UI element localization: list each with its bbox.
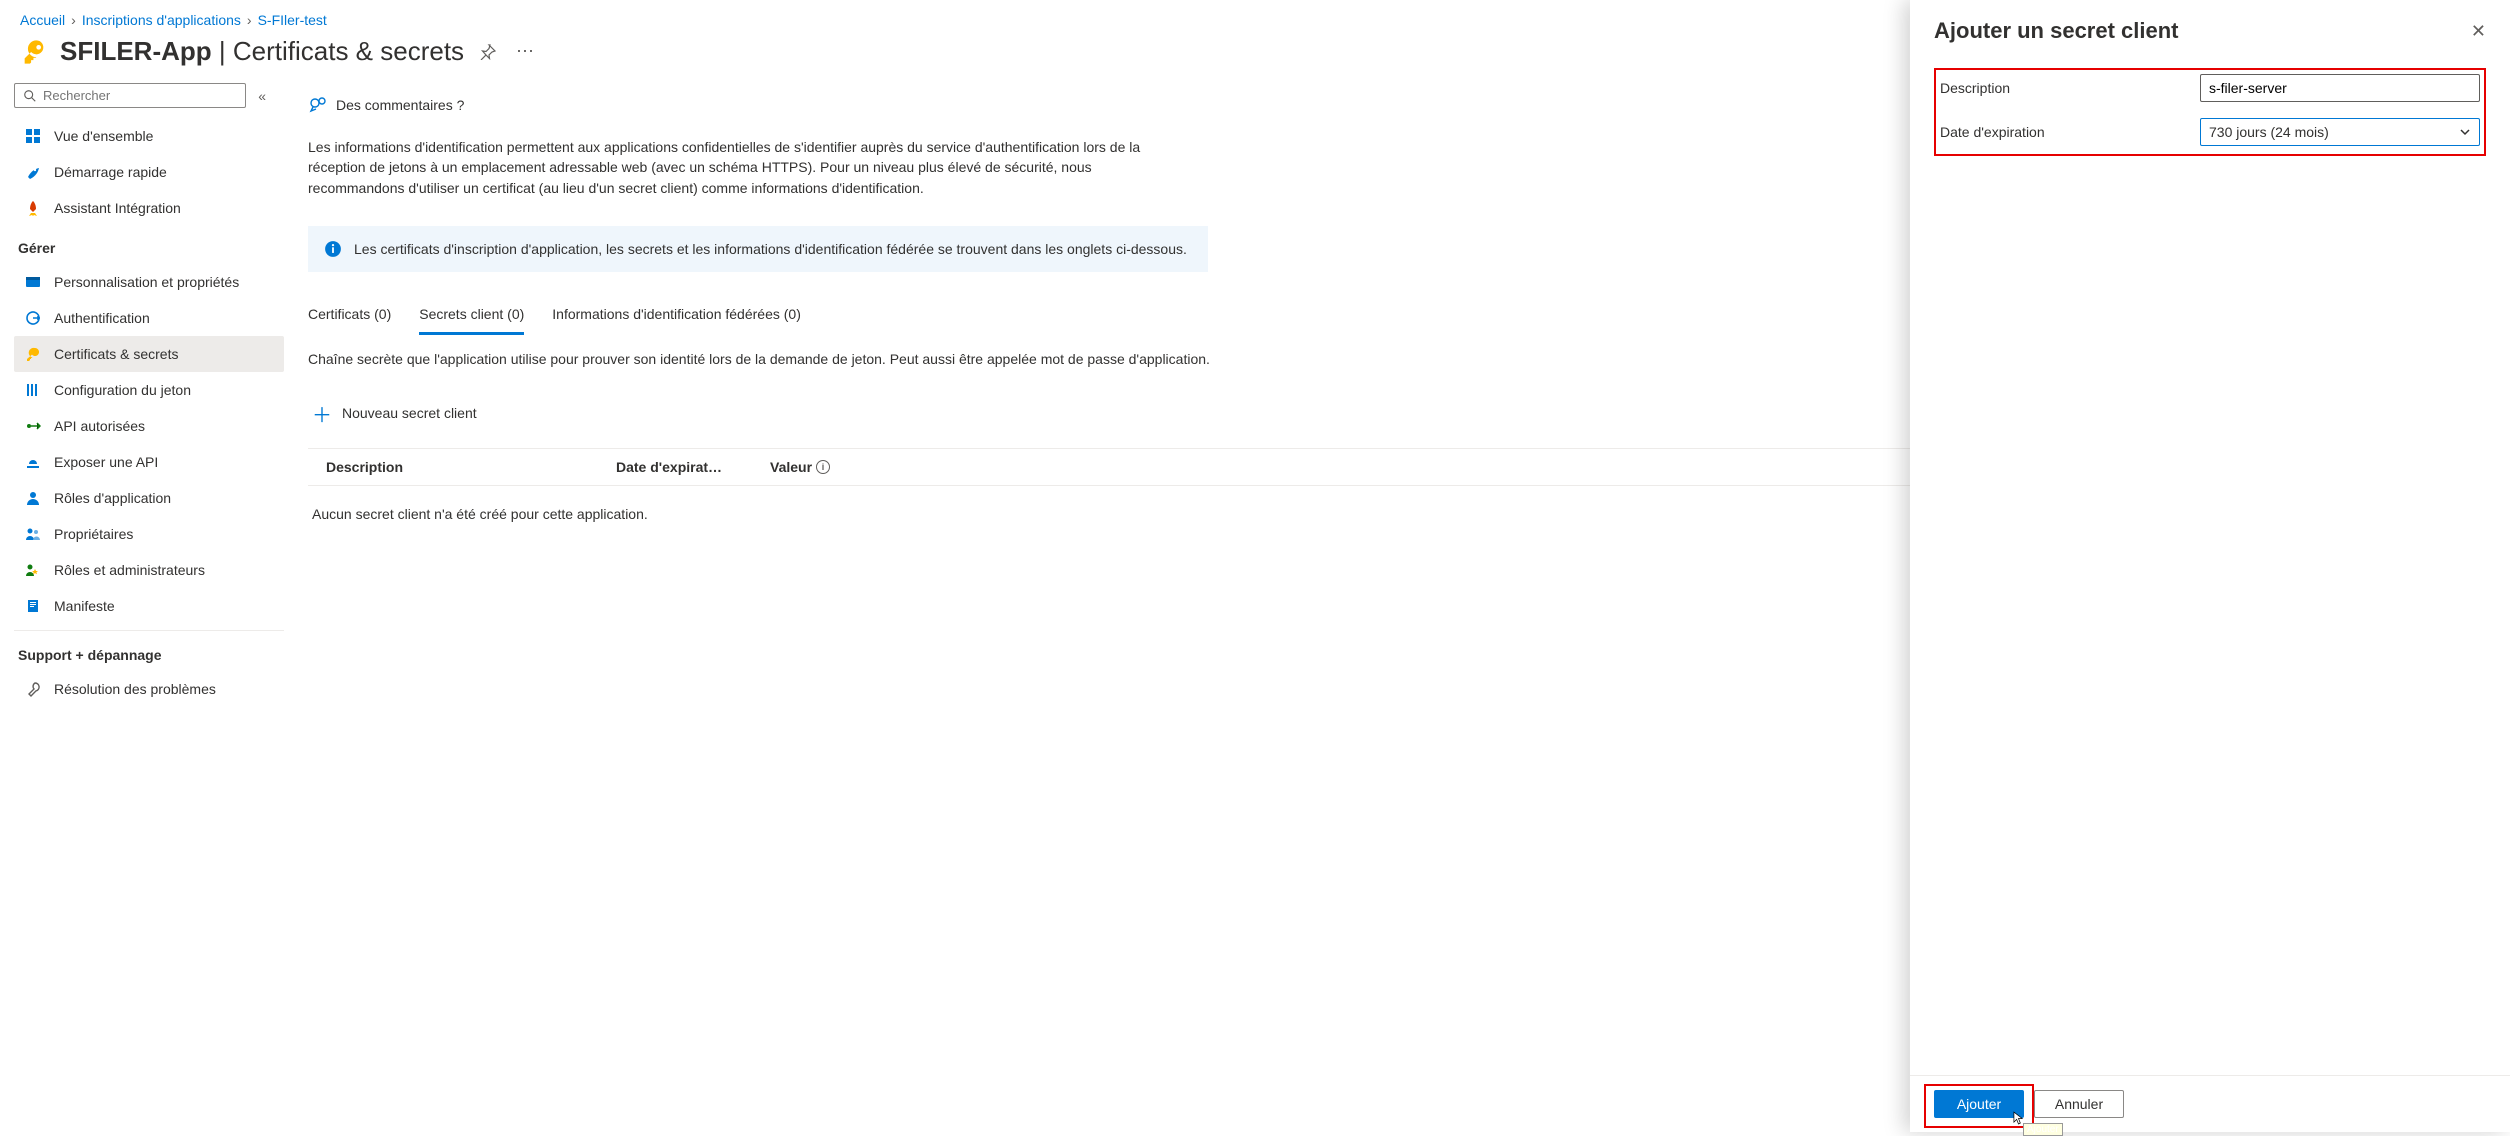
sidebar-item-authentication[interactable]: Authentification bbox=[14, 300, 284, 336]
expose-api-icon bbox=[24, 453, 42, 471]
sidebar-item-label: Authentification bbox=[54, 310, 150, 326]
info-banner: Les certificats d'inscription d'applicat… bbox=[308, 226, 1208, 272]
api-perm-icon bbox=[24, 417, 42, 435]
expiration-label: Date d'expiration bbox=[1940, 124, 2200, 140]
add-button[interactable]: Ajouter Ajouter bbox=[1934, 1090, 2024, 1118]
sidebar-item-label: Certificats & secrets bbox=[54, 346, 178, 362]
overview-icon bbox=[24, 127, 42, 145]
add-client-secret-panel: Ajouter un secret client ✕ Description D… bbox=[1910, 0, 2510, 1132]
collapse-sidebar-icon[interactable]: « bbox=[254, 84, 270, 108]
token-icon bbox=[24, 381, 42, 399]
breadcrumb-home[interactable]: Accueil bbox=[20, 12, 65, 28]
sidebar-item-certificates-secrets[interactable]: Certificats & secrets bbox=[14, 336, 284, 372]
sidebar-item-label: Assistant Intégration bbox=[54, 200, 181, 216]
breadcrumb-sep-icon: › bbox=[71, 12, 76, 28]
sidebar-item-label: Manifeste bbox=[54, 598, 115, 614]
cancel-button[interactable]: Annuler bbox=[2034, 1090, 2124, 1118]
panel-title: Ajouter un secret client bbox=[1934, 18, 2179, 44]
owners-icon bbox=[24, 525, 42, 543]
feedback-icon bbox=[308, 95, 328, 115]
info-icon bbox=[324, 240, 342, 258]
sidebar-item-token-config[interactable]: Configuration du jeton bbox=[14, 372, 284, 408]
new-client-secret-label: Nouveau secret client bbox=[342, 405, 477, 421]
cursor-icon bbox=[2013, 1111, 2024, 1126]
col-header-description: Description bbox=[312, 459, 592, 475]
sidebar-item-label: Configuration du jeton bbox=[54, 382, 191, 398]
feedback-button[interactable]: Des commentaires ? bbox=[308, 95, 464, 115]
sidebar-item-manifest[interactable]: Manifeste bbox=[14, 588, 284, 624]
sidebar-item-api-permissions[interactable]: API autorisées bbox=[14, 408, 284, 444]
breadcrumb-sep-icon: › bbox=[247, 12, 252, 28]
sidebar-item-label: Rôles et administrateurs bbox=[54, 562, 205, 578]
key-icon bbox=[20, 38, 48, 66]
close-panel-button[interactable]: ✕ bbox=[2471, 21, 2486, 42]
app-name: SFILER-App bbox=[60, 36, 212, 66]
page-title: Certificats & secrets bbox=[233, 36, 464, 66]
expiration-select[interactable]: 730 jours (24 mois) bbox=[2200, 118, 2480, 146]
tab-federated-credentials[interactable]: Informations d'identification fédérées (… bbox=[552, 300, 801, 335]
sidebar-item-label: Exposer une API bbox=[54, 454, 158, 470]
sidebar-item-label: API autorisées bbox=[54, 418, 145, 434]
breadcrumb-app-name[interactable]: S-FIler-test bbox=[258, 12, 327, 28]
sidebar-section-manage: Gérer bbox=[14, 226, 284, 264]
tab-certificates[interactable]: Certificats (0) bbox=[308, 300, 391, 335]
search-icon bbox=[23, 89, 37, 103]
info-icon[interactable]: i bbox=[816, 460, 830, 474]
sidebar-item-troubleshoot[interactable]: Résolution des problèmes bbox=[14, 671, 284, 707]
title-separator: | bbox=[219, 36, 233, 66]
sidebar-item-label: Rôles d'application bbox=[54, 490, 171, 506]
rocket-icon bbox=[24, 199, 42, 217]
description-label: Description bbox=[1940, 80, 2200, 96]
intro-text: Les informations d'identification permet… bbox=[308, 137, 1208, 198]
branding-icon bbox=[24, 273, 42, 291]
troubleshoot-icon bbox=[24, 680, 42, 698]
info-banner-text: Les certificats d'inscription d'applicat… bbox=[354, 241, 1187, 257]
sidebar-item-owners[interactable]: Propriétaires bbox=[14, 516, 284, 552]
col-header-value: Valeur i bbox=[770, 459, 890, 475]
sidebar-item-label: Personnalisation et propriétés bbox=[54, 274, 239, 290]
quickstart-icon bbox=[24, 163, 42, 181]
sidebar-item-label: Propriétaires bbox=[54, 526, 133, 542]
expiration-value: 730 jours (24 mois) bbox=[2209, 124, 2329, 140]
tab-client-secrets[interactable]: Secrets client (0) bbox=[419, 300, 524, 335]
pin-icon[interactable] bbox=[476, 40, 500, 64]
sidebar-item-roles-admins[interactable]: Rôles et administrateurs bbox=[14, 552, 284, 588]
sidebar-section-support: Support + dépannage bbox=[14, 633, 284, 671]
col-header-expiration: Date d'expirat… bbox=[616, 459, 746, 475]
sidebar-item-quickstart[interactable]: Démarrage rapide bbox=[14, 154, 284, 190]
roles-admins-icon bbox=[24, 561, 42, 579]
tooltip: Ajouter bbox=[2023, 1123, 2063, 1136]
auth-icon bbox=[24, 309, 42, 327]
sidebar-item-overview[interactable]: Vue d'ensemble bbox=[14, 118, 284, 154]
breadcrumb-app-registrations[interactable]: Inscriptions d'applications bbox=[82, 12, 241, 28]
search-input[interactable] bbox=[43, 88, 237, 103]
more-icon[interactable]: ⋯ bbox=[512, 37, 538, 66]
sidebar-item-app-roles[interactable]: Rôles d'application bbox=[14, 480, 284, 516]
key-icon bbox=[24, 345, 42, 363]
sidebar: « Vue d'ensemble Démarrage rapide Assist… bbox=[0, 83, 284, 1132]
sidebar-item-integration[interactable]: Assistant Intégration bbox=[14, 190, 284, 226]
sidebar-item-label: Démarrage rapide bbox=[54, 164, 167, 180]
manifest-icon bbox=[24, 597, 42, 615]
sidebar-item-label: Résolution des problèmes bbox=[54, 681, 216, 697]
description-input[interactable] bbox=[2200, 74, 2480, 102]
sidebar-item-label: Vue d'ensemble bbox=[54, 128, 153, 144]
highlight-annotation: Description Date d'expiration 730 jours … bbox=[1934, 68, 2486, 156]
sidebar-item-expose-api[interactable]: Exposer une API bbox=[14, 444, 284, 480]
sidebar-item-branding[interactable]: Personnalisation et propriétés bbox=[14, 264, 284, 300]
app-roles-icon bbox=[24, 489, 42, 507]
close-icon: ✕ bbox=[2471, 21, 2486, 41]
chevron-down-icon bbox=[2459, 126, 2471, 138]
plus-icon: ＋ bbox=[312, 399, 332, 428]
feedback-label: Des commentaires ? bbox=[336, 97, 464, 113]
search-input-wrapper[interactable] bbox=[14, 83, 246, 108]
